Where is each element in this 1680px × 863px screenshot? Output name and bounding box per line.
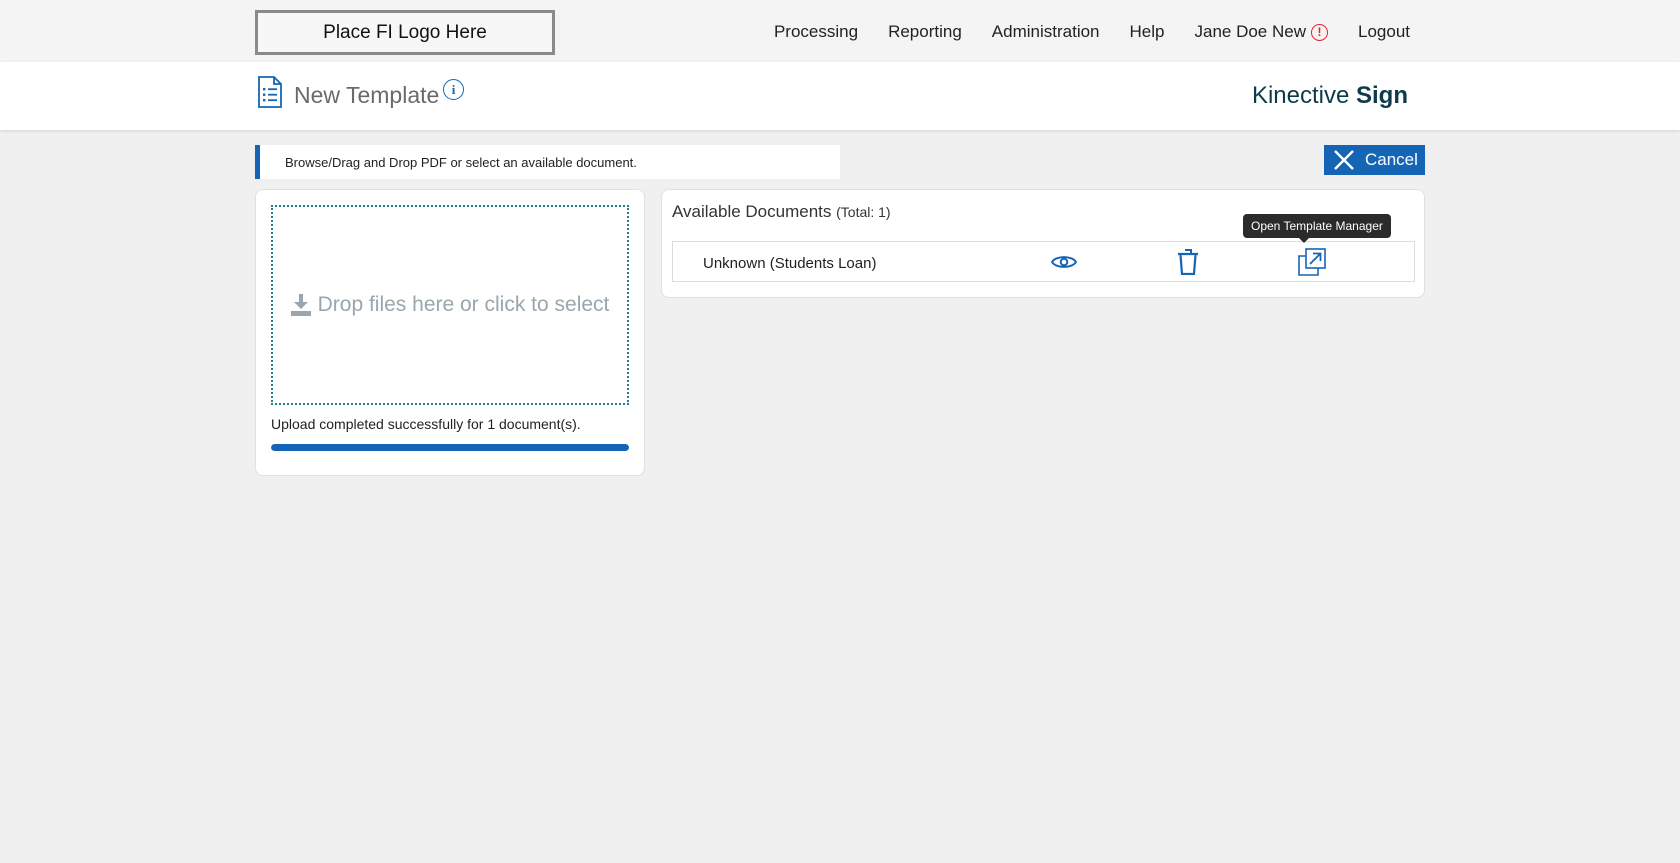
nav-logout[interactable]: Logout [1358, 22, 1410, 42]
dropzone-prompt: Drop files here or click to select [290, 293, 610, 317]
top-nav-bar: Place FI Logo Here Processing Reporting … [0, 0, 1680, 62]
page-title: New Template [294, 82, 440, 108]
nav-help[interactable]: Help [1130, 22, 1165, 42]
info-icon[interactable]: i [443, 79, 464, 100]
download-icon [290, 294, 311, 316]
close-icon [1334, 150, 1354, 170]
available-documents-panel: Available Documents (Total: 1) Unknown (… [661, 189, 1425, 298]
external-link-icon [1298, 248, 1326, 276]
nav-processing[interactable]: Processing [774, 22, 858, 42]
upload-progress-fill [271, 444, 629, 451]
brand-logo: Kinective Sign [1252, 82, 1408, 110]
file-dropzone[interactable]: Drop files here or click to select [271, 205, 629, 405]
document-row: Unknown (Students Loan) [672, 241, 1415, 282]
cancel-label: Cancel [1365, 150, 1418, 169]
main-nav: Processing Reporting Administration Help… [774, 22, 1410, 42]
fi-logo-placeholder: Place FI Logo Here [255, 10, 555, 55]
preview-document-button[interactable] [1049, 248, 1079, 276]
brand-name-bold: Sign [1356, 82, 1408, 109]
documents-heading: Available Documents (Total: 1) [672, 202, 891, 222]
documents-total: (Total: 1) [836, 204, 891, 220]
upload-status-text: Upload completed successfully for 1 docu… [271, 416, 581, 432]
document-name: Unknown (Students Loan) [703, 255, 877, 272]
eye-icon [1051, 256, 1077, 268]
documents-title: Available Documents [672, 202, 832, 221]
delete-document-button[interactable] [1173, 248, 1203, 276]
template-manager-tooltip: Open Template Manager [1243, 214, 1391, 243]
nav-user-menu[interactable]: Jane Doe New ! [1194, 22, 1328, 42]
instruction-banner: Browse/Drag and Drop PDF or select an av… [255, 145, 840, 179]
page-header: New Template i Kinective Sign [0, 62, 1680, 130]
upload-panel: Drop files here or click to select Uploa… [255, 189, 645, 476]
cancel-button[interactable]: Cancel [1324, 145, 1425, 175]
upload-progress-bar [271, 444, 629, 451]
open-template-manager-button[interactable] [1297, 248, 1327, 276]
nav-reporting[interactable]: Reporting [888, 22, 962, 42]
dropzone-text: Drop files here or click to select [317, 293, 610, 316]
trash-icon [1178, 249, 1198, 275]
user-name: Jane Doe New [1194, 22, 1306, 41]
brand-name-light: Kinective [1251, 82, 1350, 109]
document-list-icon [258, 76, 282, 108]
nav-administration[interactable]: Administration [992, 22, 1100, 42]
alert-icon: ! [1311, 23, 1328, 41]
